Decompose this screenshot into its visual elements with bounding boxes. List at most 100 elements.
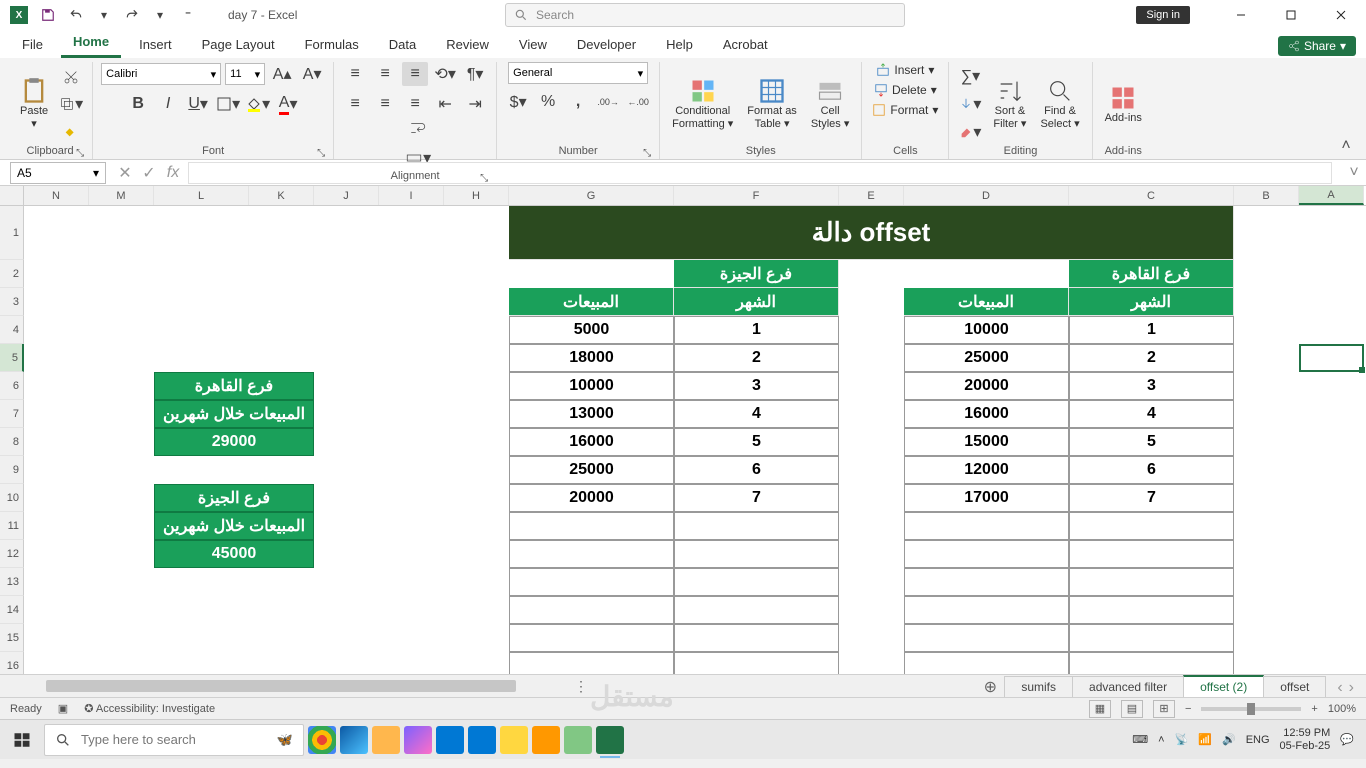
empty-cell[interactable] bbox=[904, 540, 1069, 568]
giza-month-cell[interactable]: 4 bbox=[674, 400, 839, 428]
cairo-month-cell[interactable]: 6 bbox=[1069, 456, 1234, 484]
zoom-out-button[interactable]: − bbox=[1185, 703, 1191, 715]
addins-button[interactable]: Add-ins bbox=[1101, 82, 1146, 126]
row-header[interactable]: 13 bbox=[0, 568, 24, 596]
summary-giza-title[interactable]: فرع الجيزة bbox=[154, 484, 314, 512]
cairo-month-cell[interactable]: 1 bbox=[1069, 316, 1234, 344]
share-button[interactable]: Share ▾ bbox=[1278, 36, 1356, 56]
percent-format-button[interactable]: % bbox=[535, 90, 561, 114]
empty-cell[interactable] bbox=[1069, 596, 1234, 624]
align-top-button[interactable]: ≡ bbox=[342, 62, 368, 86]
cairo-month-cell[interactable]: 5 bbox=[1069, 428, 1234, 456]
delete-cells-button[interactable]: Delete▾ bbox=[872, 82, 939, 98]
tab-review[interactable]: Review bbox=[434, 33, 501, 58]
giza-sales-cell[interactable]: 18000 bbox=[509, 344, 674, 372]
maximize-button[interactable] bbox=[1268, 0, 1314, 30]
cairo-sales-cell[interactable]: 10000 bbox=[904, 316, 1069, 344]
snip-taskbar-icon[interactable] bbox=[532, 726, 560, 754]
row-header[interactable]: 10 bbox=[0, 484, 24, 512]
row-header[interactable]: 6 bbox=[0, 372, 24, 400]
clear-button[interactable]: ▾ bbox=[957, 120, 983, 144]
tray-clock[interactable]: 12:59 PM 05-Feb-25 bbox=[1280, 727, 1331, 751]
font-dialog-launcher[interactable]: ⤡ bbox=[317, 148, 325, 159]
giza-branch-header[interactable]: فرع الجيزة bbox=[674, 260, 839, 288]
cairo-sales-cell[interactable]: 17000 bbox=[904, 484, 1069, 512]
copy-button[interactable]: ▾ bbox=[58, 92, 84, 116]
row-header[interactable]: 12 bbox=[0, 540, 24, 568]
column-header[interactable]: D bbox=[904, 186, 1069, 205]
giza-sales-cell[interactable]: 16000 bbox=[509, 428, 674, 456]
column-header[interactable]: L bbox=[154, 186, 249, 205]
row-header[interactable]: 1 bbox=[0, 206, 24, 260]
row-header[interactable]: 5 bbox=[0, 344, 24, 372]
taskbar-search[interactable]: Type here to search 🦋 bbox=[44, 724, 304, 756]
cairo-month-header[interactable]: الشهر bbox=[1069, 288, 1234, 316]
comma-format-button[interactable]: , bbox=[565, 90, 591, 114]
empty-cell[interactable] bbox=[1069, 540, 1234, 568]
font-size-combo[interactable]: 11▾ bbox=[225, 63, 265, 85]
column-header[interactable]: M bbox=[89, 186, 154, 205]
italic-button[interactable]: I bbox=[155, 92, 181, 116]
tab-insert[interactable]: Insert bbox=[127, 33, 184, 58]
row-header[interactable]: 8 bbox=[0, 428, 24, 456]
zoom-level[interactable]: 100% bbox=[1328, 703, 1356, 715]
giza-sales-header[interactable]: المبيعات bbox=[509, 288, 674, 316]
tray-network-icon[interactable]: 📡 bbox=[1175, 733, 1189, 746]
increase-indent-button[interactable]: ⇥ bbox=[462, 92, 488, 116]
orientation-button[interactable]: ⟲▾ bbox=[432, 62, 458, 86]
column-header[interactable]: B bbox=[1234, 186, 1299, 205]
insert-function-button[interactable]: fx bbox=[162, 162, 184, 184]
add-sheet-button[interactable]: ⊕ bbox=[976, 677, 1004, 697]
tab-page-layout[interactable]: Page Layout bbox=[190, 33, 287, 58]
row-header[interactable]: 4 bbox=[0, 316, 24, 344]
search-box[interactable]: Search bbox=[505, 3, 905, 27]
redo-button[interactable] bbox=[120, 3, 144, 27]
giza-month-cell[interactable]: 6 bbox=[674, 456, 839, 484]
summary-cairo-value[interactable]: 29000 bbox=[154, 428, 314, 456]
macro-recorder-icon[interactable]: ▣ bbox=[58, 702, 68, 715]
empty-cell[interactable] bbox=[1069, 512, 1234, 540]
close-button[interactable] bbox=[1318, 0, 1364, 30]
empty-cell[interactable] bbox=[674, 596, 839, 624]
sheet-nav-prev[interactable]: ‹ bbox=[1337, 679, 1342, 697]
format-as-table-button[interactable]: Format asTable ▾ bbox=[743, 75, 801, 131]
empty-cell[interactable] bbox=[509, 624, 674, 652]
selected-cell[interactable] bbox=[1299, 344, 1364, 372]
tray-chevron-up-icon[interactable]: ˄ bbox=[1158, 734, 1164, 746]
giza-month-cell[interactable]: 1 bbox=[674, 316, 839, 344]
align-left-button[interactable]: ≡ bbox=[342, 92, 368, 116]
sticky-notes-taskbar-icon[interactable] bbox=[500, 726, 528, 754]
number-format-combo[interactable]: General▾ bbox=[508, 62, 648, 84]
borders-button[interactable]: ▾ bbox=[215, 92, 241, 116]
align-middle-button[interactable]: ≡ bbox=[372, 62, 398, 86]
fill-button[interactable]: ▾ bbox=[957, 92, 983, 116]
store-taskbar-icon[interactable] bbox=[436, 726, 464, 754]
format-cells-button[interactable]: Format▾ bbox=[870, 102, 940, 118]
clipboard-dialog-launcher[interactable]: ⤡ bbox=[76, 148, 84, 159]
empty-cell[interactable] bbox=[904, 568, 1069, 596]
empty-cell[interactable] bbox=[674, 624, 839, 652]
page-layout-view-button[interactable]: ▤ bbox=[1121, 700, 1143, 718]
underline-button[interactable]: U▾ bbox=[185, 92, 211, 116]
cairo-sales-header[interactable]: المبيعات bbox=[904, 288, 1069, 316]
undo-dropdown[interactable]: ▾ bbox=[92, 3, 116, 27]
enter-formula-button[interactable]: ✓ bbox=[138, 162, 160, 184]
paste-button[interactable]: Paste ▾ bbox=[16, 75, 52, 132]
wrap-text-button[interactable] bbox=[398, 116, 438, 140]
tab-view[interactable]: View bbox=[507, 33, 559, 58]
empty-cell[interactable] bbox=[509, 568, 674, 596]
excel-taskbar-icon[interactable] bbox=[596, 726, 624, 754]
cancel-formula-button[interactable]: ✕ bbox=[114, 162, 136, 184]
chrome-taskbar-icon[interactable] bbox=[308, 726, 336, 754]
align-bottom-button[interactable]: ≡ bbox=[402, 62, 428, 86]
save-button[interactable] bbox=[36, 3, 60, 27]
shrink-font-button[interactable]: A▾ bbox=[299, 62, 325, 86]
cairo-branch-header[interactable]: فرع القاهرة bbox=[1069, 260, 1234, 288]
empty-cell[interactable] bbox=[674, 540, 839, 568]
tab-home[interactable]: Home bbox=[61, 30, 121, 58]
empty-cell[interactable] bbox=[509, 540, 674, 568]
row-header[interactable]: 9 bbox=[0, 456, 24, 484]
decrease-indent-button[interactable]: ⇤ bbox=[432, 92, 458, 116]
sheet-nav-next[interactable]: › bbox=[1349, 679, 1354, 697]
alignment-dialog-launcher[interactable]: ⤡ bbox=[480, 173, 488, 184]
